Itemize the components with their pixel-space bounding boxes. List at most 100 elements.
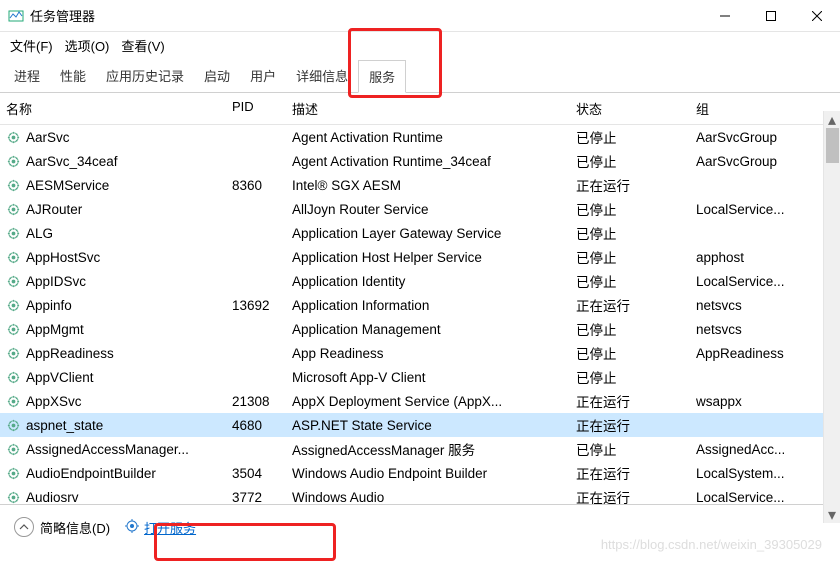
service-desc: Agent Activation Runtime_34ceaf — [286, 154, 570, 169]
service-status: 正在运行 — [570, 391, 690, 411]
service-group: LocalService... — [690, 274, 810, 289]
menubar: 文件(F) 选项(O) 查看(V) — [0, 32, 840, 58]
service-name: AarSvc_34ceaf — [26, 154, 118, 169]
footer: 简略信息(D) 打开服务 — [0, 505, 840, 549]
service-desc: Application Host Helper Service — [286, 250, 570, 265]
scroll-up-arrow[interactable]: ▴ — [824, 111, 840, 128]
service-gear-icon — [6, 202, 21, 217]
service-gear-icon — [6, 178, 21, 193]
table-row[interactable]: AudioEndpointBuilder3504Windows Audio En… — [0, 461, 840, 485]
service-status: 已停止 — [570, 319, 690, 339]
tab-启动[interactable]: 启动 — [194, 60, 240, 92]
service-desc: AllJoyn Router Service — [286, 202, 570, 217]
table-row[interactable]: AppHostSvc Application Host Helper Servic… — [0, 245, 840, 269]
service-desc: ASP.NET State Service — [286, 418, 570, 433]
service-desc: Windows Audio — [286, 490, 570, 505]
table-row[interactable]: AssignedAccessManager...AssignedAccessMa… — [0, 437, 840, 461]
service-gear-icon — [6, 418, 21, 433]
service-group: netsvcs — [690, 298, 810, 313]
service-desc: Application Management — [286, 322, 570, 337]
col-header-pid[interactable]: PID — [226, 99, 286, 118]
service-status: 已停止 — [570, 247, 690, 267]
tab-用户[interactable]: 用户 — [240, 60, 286, 92]
table-row[interactable]: AppXSvc21308AppX Deployment Service (App… — [0, 389, 840, 413]
service-desc: Application Layer Gateway Service — [286, 226, 570, 241]
minimize-button[interactable] — [702, 0, 748, 31]
service-desc: Agent Activation Runtime — [286, 130, 570, 145]
close-button[interactable] — [794, 0, 840, 31]
service-status: 已停止 — [570, 271, 690, 291]
table-row[interactable]: AJRouterAllJoyn Router Service已停止LocalSe… — [0, 197, 840, 221]
tabbar: 进程性能应用历史记录启动用户详细信息服务 — [0, 60, 840, 93]
service-gear-icon — [6, 154, 21, 169]
service-name: Appinfo — [26, 298, 72, 313]
menu-view[interactable]: 查看(V) — [121, 36, 164, 55]
service-gear-icon — [6, 298, 21, 313]
table-row[interactable]: AarSvcAgent Activation Runtime已停止AarSvcG… — [0, 125, 840, 149]
service-gear-icon — [6, 466, 21, 481]
service-group: netsvcs — [690, 322, 810, 337]
service-gear-icon — [6, 226, 21, 241]
scroll-down-arrow[interactable]: ▾ — [824, 506, 840, 523]
tab-应用历史记录[interactable]: 应用历史记录 — [96, 60, 194, 92]
service-name: ALG — [26, 226, 53, 241]
service-status: 已停止 — [570, 343, 690, 363]
service-name: AESMService — [26, 178, 109, 193]
service-pid: 21308 — [226, 394, 286, 409]
menu-options[interactable]: 选项(O) — [65, 36, 110, 55]
table-row[interactable]: AppVClient Microsoft App-V Client已停止 — [0, 365, 840, 389]
table-row[interactable]: Appinfo13692Application Information正在运行n… — [0, 293, 840, 317]
fewer-details-button[interactable]: 简略信息(D) — [14, 517, 110, 537]
service-gear-icon — [6, 274, 21, 289]
app-icon — [8, 8, 24, 24]
table-row[interactable]: AppIDSvc Application Identity已停止LocalServ… — [0, 269, 840, 293]
service-gear-icon — [6, 442, 21, 457]
table-row[interactable]: AppMgmtApplication Management已停止netsvcs — [0, 317, 840, 341]
tab-进程[interactable]: 进程 — [4, 60, 50, 92]
services-table: 名称 PID 描述 状态 组 AarSvc Agent Activation Ru… — [0, 93, 840, 505]
service-name: AppVClient — [26, 370, 94, 385]
window-controls — [702, 0, 840, 31]
service-status: 已停止 — [570, 439, 690, 459]
service-name: AppReadiness — [26, 346, 114, 361]
tab-详细信息[interactable]: 详细信息 — [286, 60, 358, 92]
table-row[interactable]: aspnet_state4680ASP.NET State Service正在运… — [0, 413, 840, 437]
col-header-status[interactable]: 状态 — [570, 99, 690, 118]
table-row[interactable]: AppReadinessApp Readiness已停止AppReadiness — [0, 341, 840, 365]
service-group: LocalSystem... — [690, 466, 810, 481]
service-status: 已停止 — [570, 151, 690, 171]
service-desc: AssignedAccessManager 服务 — [286, 439, 570, 459]
tab-性能[interactable]: 性能 — [50, 60, 96, 92]
service-gear-icon — [6, 370, 21, 385]
table-header: 名称 PID 描述 状态 组 — [0, 93, 840, 125]
service-pid: 4680 — [226, 418, 286, 433]
service-name: aspnet_state — [26, 418, 103, 433]
scroll-thumb[interactable] — [826, 128, 839, 163]
col-header-group[interactable]: 组 — [690, 99, 810, 118]
service-name: AppIDSvc — [26, 274, 86, 289]
service-name: AarSvc — [26, 130, 70, 145]
menu-file[interactable]: 文件(F) — [10, 36, 53, 55]
table-row[interactable]: AESMService8360Intel® SGX AESM正在运行 — [0, 173, 840, 197]
service-name: AppHostSvc — [26, 250, 100, 265]
service-group: AppReadiness — [690, 346, 810, 361]
col-header-desc[interactable]: 描述 — [286, 99, 570, 118]
window-title: 任务管理器 — [30, 6, 702, 25]
service-desc: Application Identity — [286, 274, 570, 289]
service-group: apphost — [690, 250, 810, 265]
table-row[interactable]: Audiosrv3772Windows Audio正在运行LocalServic… — [0, 485, 840, 505]
service-name: AudioEndpointBuilder — [26, 466, 156, 481]
table-row[interactable]: AarSvc_34ceaf Agent Activation Runtime_34… — [0, 149, 840, 173]
tab-服务[interactable]: 服务 — [358, 60, 406, 93]
maximize-button[interactable] — [748, 0, 794, 31]
col-header-name[interactable]: 名称 — [0, 99, 226, 118]
fewer-details-label: 简略信息(D) — [40, 518, 110, 537]
service-status: 已停止 — [570, 367, 690, 387]
service-group: LocalService... — [690, 202, 810, 217]
open-services-link[interactable]: 打开服务 — [124, 518, 196, 537]
service-group: AssignedAcc... — [690, 442, 810, 457]
titlebar: 任务管理器 — [0, 0, 840, 32]
vertical-scrollbar[interactable]: ▴ ▾ — [823, 111, 840, 523]
service-desc: Microsoft App-V Client — [286, 370, 570, 385]
table-row[interactable]: ALGApplication Layer Gateway Service已停止 — [0, 221, 840, 245]
